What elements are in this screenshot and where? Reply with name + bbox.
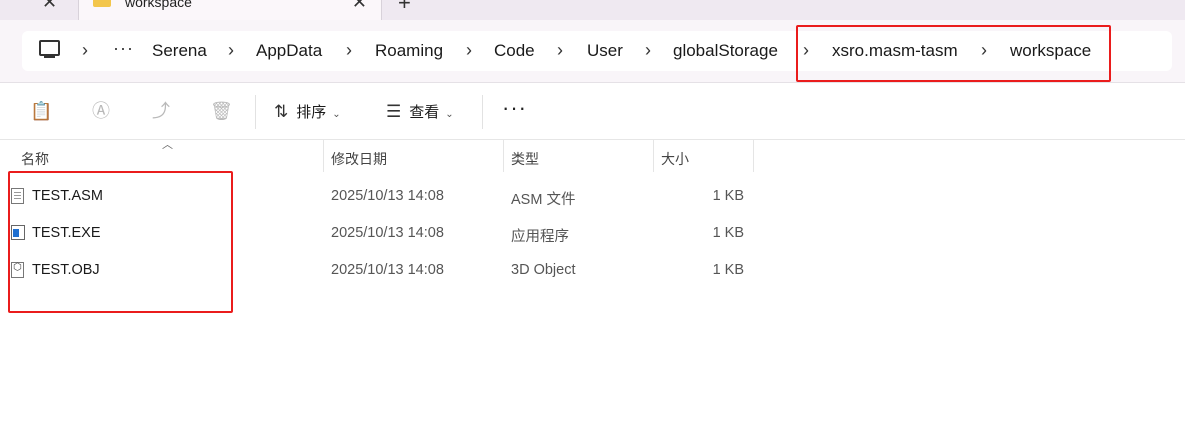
chevron-right-icon[interactable]: › xyxy=(645,40,651,61)
breadcrumb-item-user[interactable]: User xyxy=(587,41,623,61)
chevron-right-icon[interactable]: › xyxy=(557,40,563,61)
file-type: 应用程序 xyxy=(511,229,569,245)
chevron-right-icon[interactable]: › xyxy=(466,40,472,61)
sort-label: 排序 xyxy=(296,104,327,121)
more-options-icon[interactable]: ··· xyxy=(502,95,527,121)
breadcrumb-item-code[interactable]: Code xyxy=(494,41,535,61)
column-divider[interactable] xyxy=(653,140,654,172)
file-date: 2025/10/13 14:08 xyxy=(331,225,444,241)
chevron-down-icon: ⌄ xyxy=(332,109,341,120)
breadcrumb-item-roaming[interactable]: Roaming xyxy=(375,41,443,61)
file-type: ASM 文件 xyxy=(511,192,576,208)
toolbar-divider xyxy=(255,95,256,129)
tab-title: workspace xyxy=(125,0,192,10)
column-divider[interactable] xyxy=(753,140,754,172)
column-header-date[interactable]: 修改日期 xyxy=(331,149,387,169)
sort-button[interactable]: ⇅ 排序 ⌄ xyxy=(274,101,341,122)
chevron-right-icon[interactable]: › xyxy=(346,40,352,61)
rename-icon[interactable]: Ⓐ xyxy=(90,100,112,122)
column-header-name[interactable]: 名称 xyxy=(21,149,49,169)
command-bar: 📋 Ⓐ ⤴ 🗑 ⇅ 排序 ⌄ ☰ 查看 ⌄ ··· xyxy=(0,83,1185,140)
breadcrumb-item-appdata[interactable]: AppData xyxy=(256,41,322,61)
column-header-type[interactable]: 类型 xyxy=(511,149,539,169)
column-header-size[interactable]: 大小 xyxy=(661,149,689,169)
file-size: 1 KB xyxy=(712,188,744,204)
close-icon[interactable]: ✕ xyxy=(352,0,367,13)
breadcrumb-item-globalstorage[interactable]: globalStorage xyxy=(673,41,778,61)
file-date: 2025/10/13 14:08 xyxy=(331,188,444,204)
new-tab-icon[interactable]: + xyxy=(398,0,411,16)
view-icon: ☰ xyxy=(386,102,402,121)
file-type: 3D Object xyxy=(511,262,576,278)
file-date: 2025/10/13 14:08 xyxy=(331,262,444,278)
breadcrumb-overflow[interactable]: ··· xyxy=(113,38,134,59)
toolbar-divider xyxy=(482,95,483,129)
folder-icon xyxy=(93,0,111,7)
column-divider[interactable] xyxy=(503,140,504,172)
tab-workspace[interactable]: workspace ✕ xyxy=(78,0,382,20)
file-size: 1 KB xyxy=(712,262,744,278)
paste-icon[interactable]: 📋 xyxy=(30,100,52,122)
computer-icon[interactable] xyxy=(39,40,60,58)
sort-icon: ⇅ xyxy=(274,102,289,121)
highlight-box xyxy=(796,25,1111,82)
chevron-right-icon[interactable]: › xyxy=(228,40,234,61)
delete-icon[interactable]: 🗑 xyxy=(210,100,233,122)
view-button[interactable]: ☰ 查看 ⌄ xyxy=(386,101,454,122)
tab-strip: ✕ workspace ✕ + xyxy=(0,0,1185,20)
breadcrumb-item-serena[interactable]: Serena xyxy=(152,41,207,61)
file-size: 1 KB xyxy=(712,225,744,241)
chevron-down-icon: ⌄ xyxy=(445,109,454,120)
highlight-box xyxy=(8,171,233,313)
close-icon[interactable]: ✕ xyxy=(42,0,57,13)
share-icon[interactable]: ⤴ xyxy=(150,100,172,122)
column-divider[interactable] xyxy=(323,140,324,172)
chevron-right-icon[interactable]: › xyxy=(82,40,88,61)
sort-ascending-icon: ︿ xyxy=(162,139,173,151)
view-label: 查看 xyxy=(409,104,440,121)
column-header-row: ︿ 名称 修改日期 类型 大小 xyxy=(0,139,1185,172)
